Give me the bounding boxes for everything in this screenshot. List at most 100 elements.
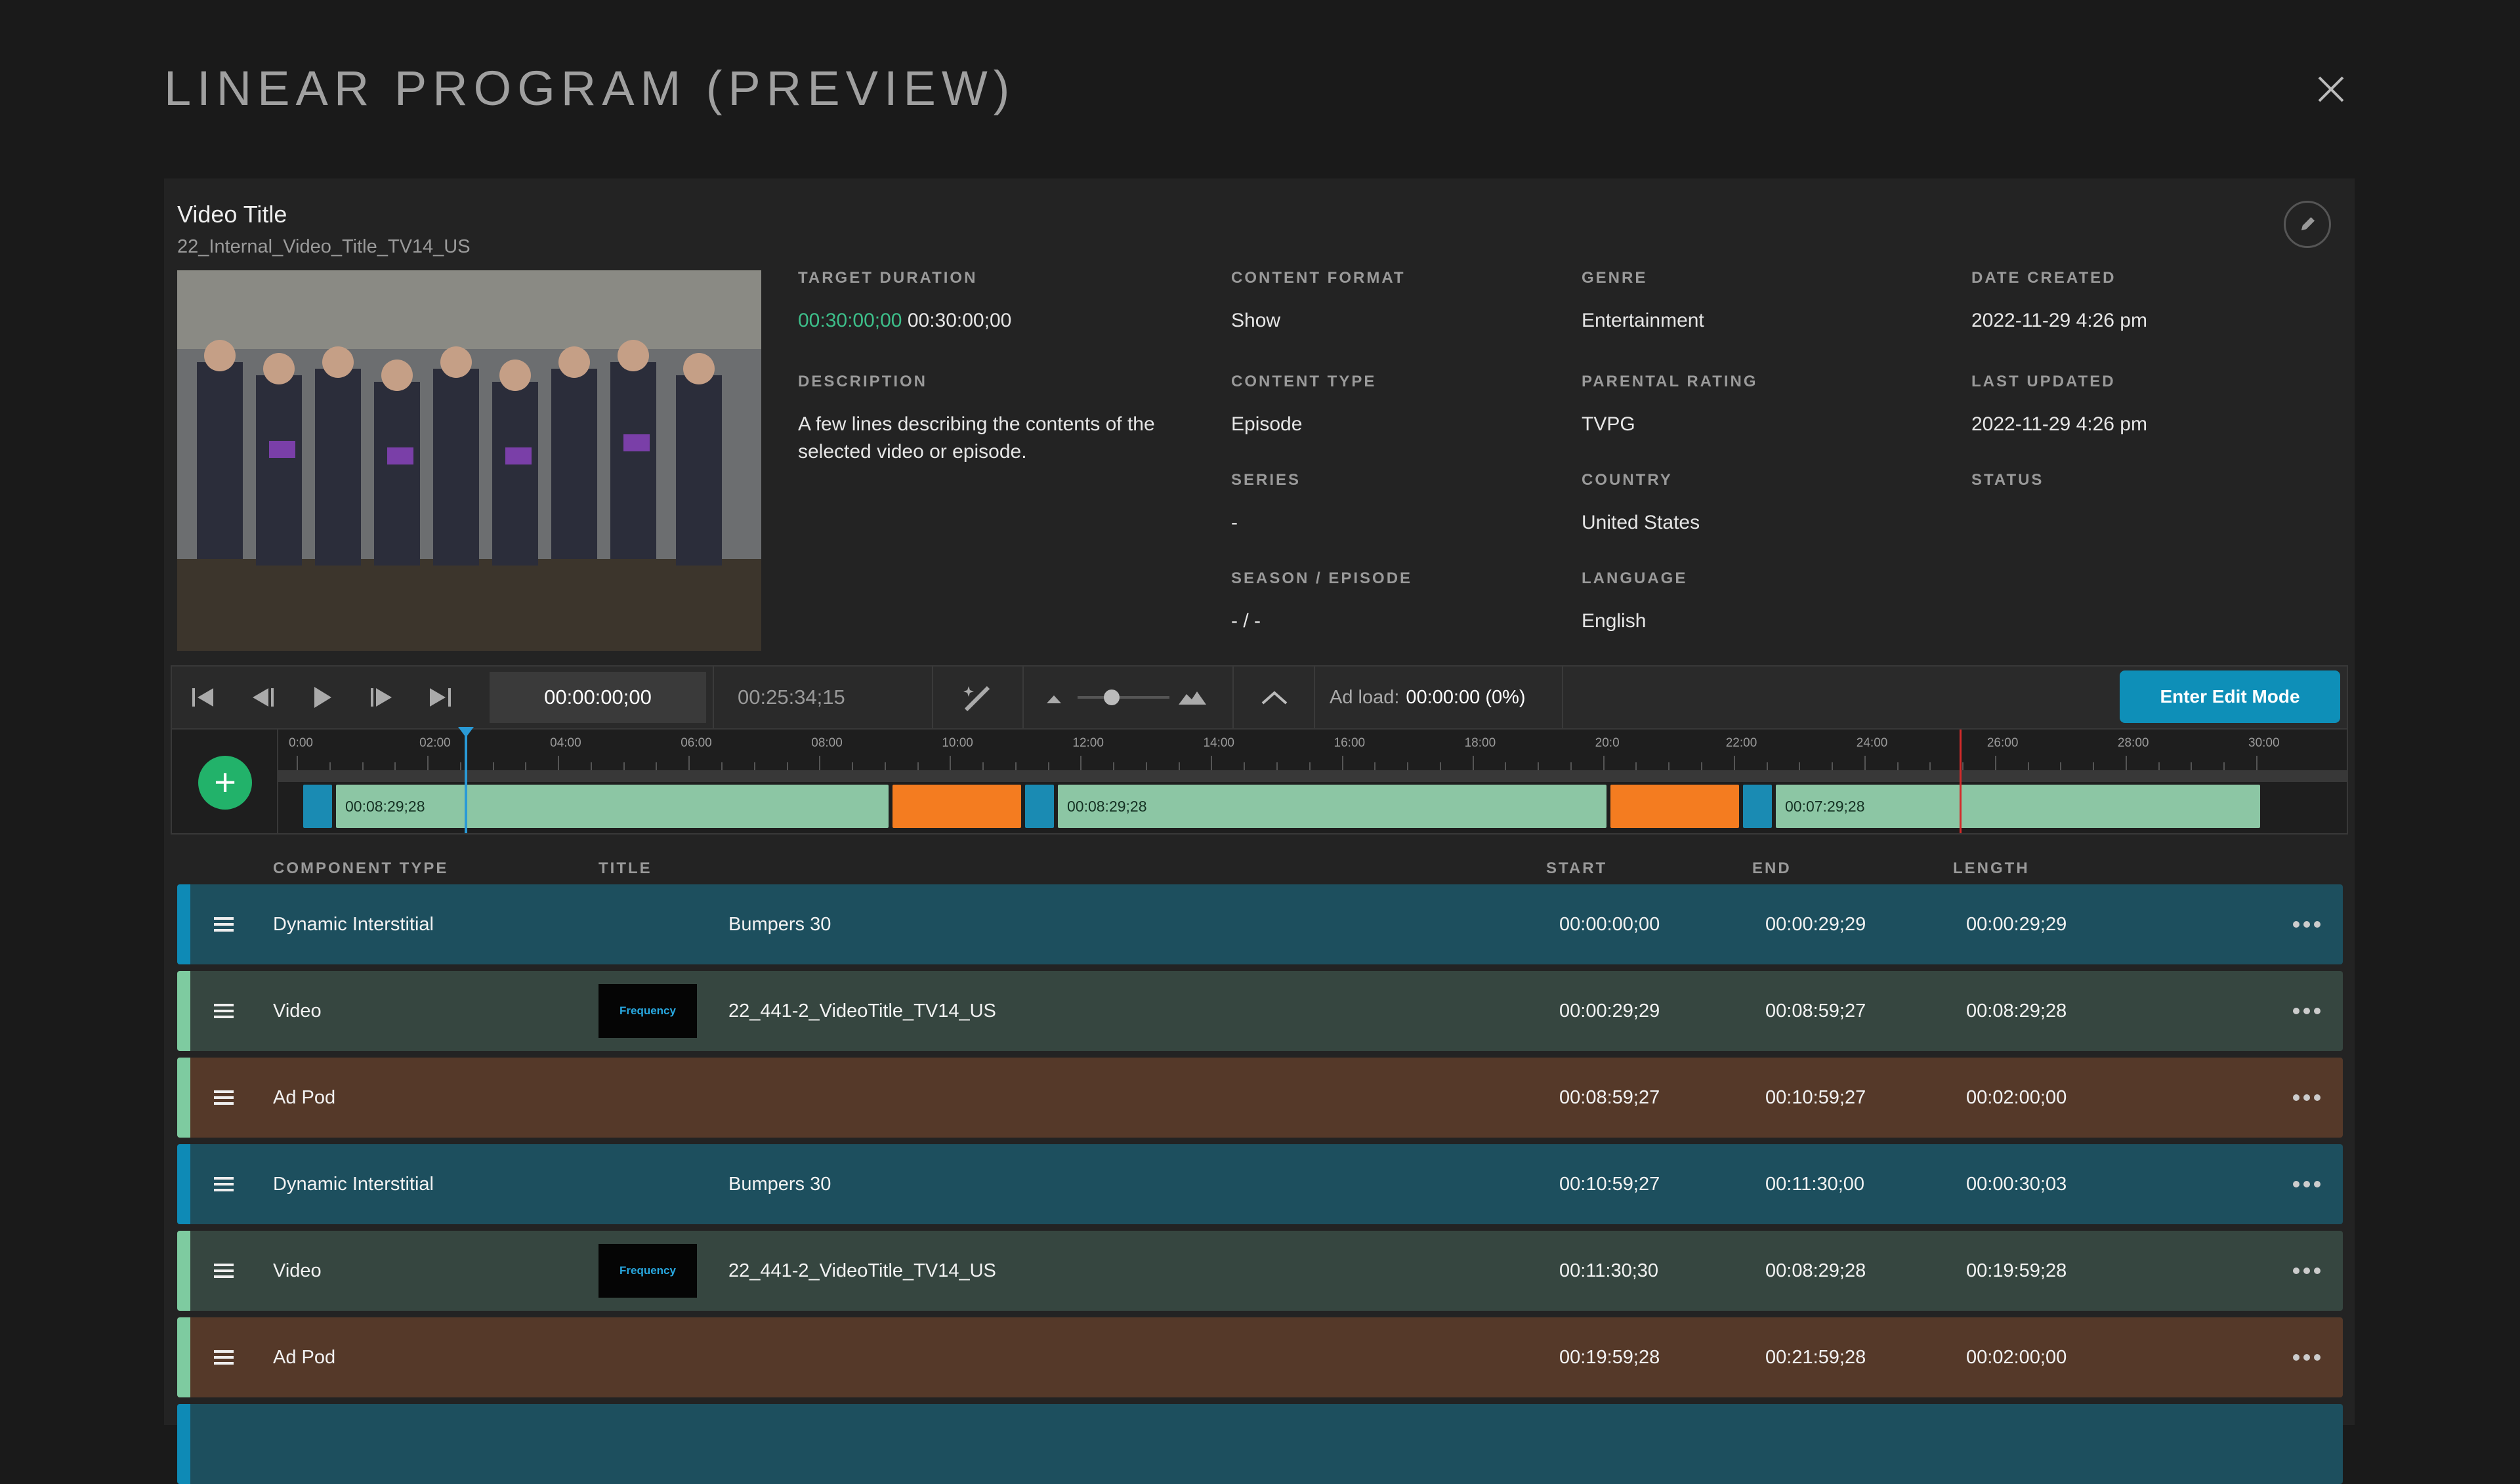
timeline-tick-mark	[1570, 762, 1572, 770]
timeline-tick-mark	[525, 762, 527, 770]
collapse-chevron-icon[interactable]	[1248, 667, 1301, 728]
more-options-icon[interactable]	[2292, 1175, 2322, 1193]
timeline-tick-label: 18:00	[1464, 736, 1496, 750]
table-row[interactable]: Dynamic Interstitial Bumpers 30 00:00:00;0…	[177, 884, 2343, 964]
row-length: 00:08:29;28	[1966, 1000, 2067, 1021]
more-options-icon[interactable]	[2292, 1002, 2322, 1020]
drag-handle-icon[interactable]	[214, 1174, 234, 1194]
timeline-tick-label: 30:00	[2248, 736, 2280, 750]
step-back-icon[interactable]	[242, 667, 285, 728]
drag-handle-icon[interactable]	[214, 1261, 234, 1281]
timeline-tick-mark	[2158, 762, 2160, 770]
timeline-tick-mark	[1799, 762, 1801, 770]
timecode-display[interactable]: 00:00:00;00	[490, 672, 706, 723]
timeline-tick-mark	[786, 762, 788, 770]
timeline-segment-video[interactable]: 00:08:29;28	[336, 785, 889, 828]
drag-handle-icon[interactable]	[214, 915, 234, 934]
table-row[interactable]: Dynamic Interstitial Bumpers 30 00:10:59;2…	[177, 1144, 2343, 1224]
series-value: -	[1231, 512, 1238, 533]
playhead[interactable]	[458, 727, 474, 833]
drag-handle-icon[interactable]	[214, 1001, 234, 1021]
timeline-tick-mark	[492, 762, 494, 770]
table-row[interactable]	[177, 1404, 2343, 1484]
enter-edit-mode-button[interactable]: Enter Edit Mode	[2120, 670, 2340, 723]
timeline-tick-mark	[917, 762, 919, 770]
timeline-tick-mark	[362, 762, 364, 770]
timeline-ruler: 0:00 02:00 04:00 06:00 08:00 10:00 12:00 14:00 1…	[278, 730, 2347, 770]
zoom-out-icon[interactable]	[1042, 667, 1066, 728]
timeline-segment-label: 00:08:29;28	[1067, 797, 1147, 815]
status-field: STATUS	[1971, 471, 2044, 509]
more-options-icon[interactable]	[2292, 1262, 2322, 1280]
timeline-segment-label: 00:07:29;28	[1785, 797, 1865, 815]
timeline-segment-ad-pod[interactable]	[892, 785, 1021, 828]
row-start: 00:00:29;29	[1559, 1000, 1660, 1021]
timeline-segment-interstitial[interactable]	[303, 785, 332, 828]
timeline-tick-mark	[1015, 762, 1017, 770]
table-row[interactable]: Video Frequency 22_441-2_VideoTitle_TV14_U…	[177, 971, 2343, 1051]
table-row[interactable]: Ad Pod 00:19:59;28 00:21:59;28 00:02:00;00	[177, 1317, 2343, 1397]
row-end: 00:21:59;28	[1765, 1346, 1866, 1368]
target-duration-field: TARGET DURATION 00:30:00;00 00:30:00;00	[798, 269, 1011, 335]
edit-pencil-icon[interactable]	[2284, 201, 2331, 248]
timeline-tick-label: 26:00	[1986, 736, 2019, 750]
timeline-tick-mark	[2125, 756, 2127, 770]
timeline-tick-mark	[297, 756, 298, 770]
skip-end-icon[interactable]	[419, 667, 462, 728]
table-row[interactable]: Video Frequency 22_441-2_VideoTitle_TV14_U…	[177, 1231, 2343, 1311]
timeline-tick-mark	[1668, 762, 1670, 770]
skip-start-icon[interactable]	[181, 667, 224, 728]
ad-load-label: Ad load:	[1330, 686, 1400, 708]
step-forward-icon[interactable]	[360, 667, 403, 728]
row-title: 22_441-2_VideoTitle_TV14_US	[728, 1260, 996, 1281]
drag-handle-icon[interactable]	[214, 1348, 234, 1367]
zoom-in-icon[interactable]	[1176, 667, 1209, 728]
more-options-icon[interactable]	[2292, 1348, 2322, 1367]
row-title: 22_441-2_VideoTitle_TV14_US	[728, 1000, 996, 1021]
timeline-tick-mark	[590, 762, 592, 770]
video-title: Video Title	[177, 201, 287, 228]
timeline-tick-mark	[1309, 762, 1311, 770]
table-row[interactable]: Ad Pod 00:08:59;27 00:10:59;27 00:02:00;00	[177, 1058, 2343, 1138]
timeline-tick-mark	[884, 762, 886, 770]
timeline-segment-video[interactable]: 00:07:29;28	[1776, 785, 2260, 828]
timeline-tick-mark	[1929, 762, 1931, 770]
player-toolbar: 00:00:00;00 00:25:34;15 Ad load: 00:00:00…	[171, 665, 2348, 730]
target-duration-marker	[1960, 730, 1962, 833]
row-length: 00:02:00;00	[1966, 1086, 2067, 1108]
row-component-type: Dynamic Interstitial	[273, 1173, 434, 1195]
season-episode-label: SEASON / EPISODE	[1231, 569, 1413, 587]
content-format-label: CONTENT FORMAT	[1231, 269, 1406, 287]
magic-wand-icon[interactable]	[953, 667, 1005, 728]
timeline-tick-mark	[1244, 762, 1246, 770]
drag-handle-icon[interactable]	[214, 1088, 234, 1107]
logo-text: Frequency	[620, 1004, 676, 1017]
timeline-segment-interstitial[interactable]	[1025, 785, 1054, 828]
play-icon[interactable]	[301, 667, 344, 728]
series-label: SERIES	[1231, 471, 1301, 489]
zoom-slider[interactable]	[1078, 667, 1169, 728]
timeline-tick-mark	[2256, 756, 2258, 770]
close-icon[interactable]	[2311, 70, 2351, 109]
timeline-tick-label: 06:00	[681, 736, 712, 750]
add-component-button[interactable]: +	[198, 756, 252, 810]
genre-field: GENRE Entertainment	[1582, 269, 1704, 335]
timeline-track	[278, 770, 2347, 782]
country-label: COUNTRY	[1582, 471, 1673, 489]
ad-load-indicator: Ad load: 00:00:00 (0%)	[1330, 667, 1526, 728]
timeline-tick-mark	[394, 762, 396, 770]
timeline-segment-interstitial[interactable]	[1743, 785, 1772, 828]
timeline-tick-mark	[427, 756, 429, 770]
more-options-icon[interactable]	[2292, 1088, 2322, 1107]
timeline-tick-mark	[1047, 762, 1049, 770]
row-type-indicator	[177, 1231, 190, 1311]
timeline-segment-video[interactable]: 00:08:29;28	[1058, 785, 1606, 828]
timeline-tick-mark	[1897, 762, 1899, 770]
row-length: 00:00:30;03	[1966, 1173, 2067, 1195]
timeline-tick-mark	[2060, 762, 2062, 770]
timeline-tick-mark	[819, 756, 821, 770]
timeline-segment-ad-pod[interactable]	[1610, 785, 1739, 828]
description-label: DESCRIPTION	[798, 373, 928, 390]
column-header-component-type: COMPONENT TYPE	[273, 859, 449, 877]
more-options-icon[interactable]	[2292, 915, 2322, 934]
